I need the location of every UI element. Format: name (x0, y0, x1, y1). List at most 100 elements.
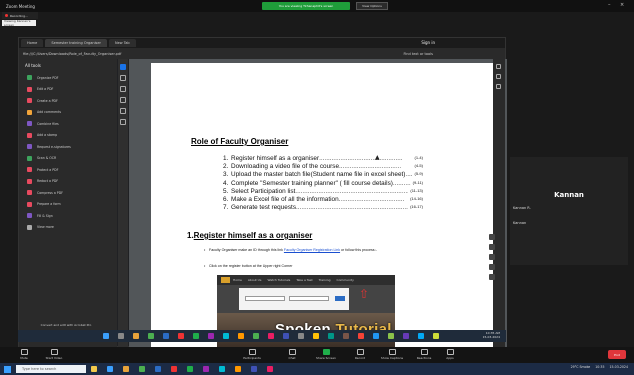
tool-item[interactable]: View more (19, 222, 117, 234)
select-cursor-icon[interactable] (120, 64, 126, 70)
taskbar-app-icon[interactable] (252, 333, 259, 339)
fit-page-icon[interactable] (489, 274, 495, 280)
taskbar-app-icon[interactable] (222, 333, 229, 339)
taskbar-app-icon[interactable] (107, 366, 113, 372)
taskbar-app-icon[interactable] (171, 366, 177, 372)
view-options-button[interactable]: View Options (356, 2, 388, 10)
taskbar-app-icon[interactable] (219, 366, 225, 372)
bookmark-icon[interactable] (496, 74, 501, 79)
tool-item[interactable]: Compress a PDF (19, 187, 117, 199)
tool-item[interactable]: Fill & Sign (19, 210, 117, 222)
weather-widget[interactable]: 29°C Smoke (571, 365, 591, 369)
taskbar-app-icon[interactable] (402, 333, 409, 339)
highlight-icon[interactable] (120, 86, 126, 92)
toc-text: Make a Excel file of all the information (231, 195, 339, 203)
taskbar-app-icon[interactable] (203, 366, 209, 372)
taskbar-app-icon[interactable] (117, 333, 124, 339)
taskbar-app-icon[interactable] (387, 333, 394, 339)
start-video-button[interactable]: Start Video (40, 349, 68, 360)
tool-item[interactable]: Add a stamp (19, 130, 117, 142)
taskbar-app-icon[interactable] (282, 333, 289, 339)
zoom-out-icon[interactable] (489, 264, 495, 270)
screen: Zoom Meeting You are viewing Tkhanaphit'… (0, 0, 634, 375)
toc-page: (14-16) (410, 195, 423, 201)
recording-indicator[interactable]: Recording... (2, 12, 38, 19)
participants-button[interactable]: Participants (238, 349, 266, 360)
close-icon[interactable]: × (620, 2, 624, 8)
taskbar-app-icon[interactable] (91, 366, 97, 372)
zoom-in-icon[interactable] (489, 254, 495, 260)
comments-panel-icon[interactable] (496, 64, 501, 69)
embed-nav-watch: Watch Tutorials (267, 278, 291, 282)
minimize-icon[interactable]: – (608, 2, 611, 8)
page-down-icon[interactable] (489, 244, 495, 250)
reactions-button[interactable]: Reactions (410, 349, 438, 360)
taskbar-app-icon[interactable] (177, 333, 184, 339)
tab-semester-organiser[interactable]: Semester training Organiser (45, 39, 107, 47)
taskbar-app-icon[interactable] (102, 333, 109, 339)
tool-item[interactable]: Scan & OCR (19, 153, 117, 165)
mute-button[interactable]: Mute (10, 349, 38, 360)
taskbar-app-icon[interactable] (237, 333, 244, 339)
tool-item-label: Add a stamp (37, 133, 58, 138)
end-meeting-button[interactable]: End (608, 350, 626, 359)
chat-button[interactable]: Chat (278, 349, 306, 360)
tool-item[interactable]: Edit a PDF (19, 84, 117, 96)
tool-item[interactable]: Request e-signatures (19, 141, 117, 153)
apps-button[interactable]: Apps (436, 349, 464, 360)
taskbar-app-icon[interactable] (267, 366, 273, 372)
tool-icon (27, 144, 32, 150)
taskbar-app-icon[interactable] (251, 366, 257, 372)
toc-page: (4-5) (414, 163, 423, 169)
taskbar-app-icon[interactable] (155, 366, 161, 372)
taskbar-app-icon[interactable] (357, 333, 364, 339)
tab-new[interactable]: New Tab (108, 39, 136, 47)
taskbar-app-icon[interactable] (192, 333, 199, 339)
sign-icon[interactable] (120, 119, 126, 125)
taskbar-app-icon[interactable] (372, 333, 379, 339)
tool-item[interactable]: Add comments (19, 107, 117, 119)
table-of-contents: 1. Register himself as a organiser.......… (223, 155, 423, 212)
url-bar[interactable]: file:///C:/Users/Downloads/Role_of_Facul… (19, 48, 505, 59)
taskbar-app-icon[interactable] (235, 366, 241, 372)
taskbar-app-icon[interactable] (327, 333, 334, 339)
taskbar-app-icon[interactable] (187, 366, 193, 372)
document-viewport[interactable]: Role of Faculty Organiser 1. Register him… (129, 59, 507, 348)
taskbar-app-icon[interactable] (417, 333, 424, 339)
participant-tile[interactable]: Kannan (510, 209, 628, 265)
captions-button[interactable]: Show Captions (378, 349, 406, 360)
taskbar-app-icon[interactable] (162, 333, 169, 339)
record-button[interactable]: Record (346, 349, 374, 360)
taskbar-app-icon[interactable] (147, 333, 154, 339)
registration-link[interactable]: Faculty Organiser Registration Link (284, 248, 340, 252)
comment-icon[interactable] (120, 75, 126, 81)
taskbar-search-input[interactable]: Type here to search (16, 365, 86, 373)
toc-dots: ........................................… (319, 155, 403, 162)
taskbar-app-icon[interactable] (132, 333, 139, 339)
tool-item[interactable]: Combine files (19, 118, 117, 130)
tab-home[interactable]: Home (21, 39, 44, 47)
toc-page: (9-11) (412, 179, 423, 185)
tool-item[interactable]: Create a PDF (19, 95, 117, 107)
taskbar-app-icon[interactable] (207, 333, 214, 339)
grid-icon[interactable] (496, 84, 501, 89)
toc-num: 6. (223, 195, 229, 203)
taskbar-app-icon[interactable] (342, 333, 349, 339)
taskbar-app-icon[interactable] (312, 333, 319, 339)
taskbar-app-icon[interactable] (432, 333, 439, 339)
taskbar-app-icon[interactable] (123, 366, 129, 372)
tool-item[interactable]: Organize PDF (19, 72, 117, 84)
tool-item[interactable]: Protect a PDF (19, 164, 117, 176)
share-screen-button[interactable]: Share Screen (312, 349, 340, 360)
taskbar-app-icon[interactable] (267, 333, 274, 339)
find-tools[interactable]: Find text or tools (404, 52, 433, 56)
signin-button[interactable]: Sign in (421, 40, 435, 45)
taskbar-app-icon[interactable] (297, 333, 304, 339)
tool-item[interactable]: Prepare a form (19, 199, 117, 211)
draw-icon[interactable] (120, 97, 126, 103)
tool-item[interactable]: Redact a PDF (19, 176, 117, 188)
text-icon[interactable] (120, 108, 126, 114)
windows-start-icon[interactable] (4, 365, 11, 373)
taskbar-app-icon[interactable] (139, 366, 145, 372)
page-up-icon[interactable] (489, 234, 495, 240)
